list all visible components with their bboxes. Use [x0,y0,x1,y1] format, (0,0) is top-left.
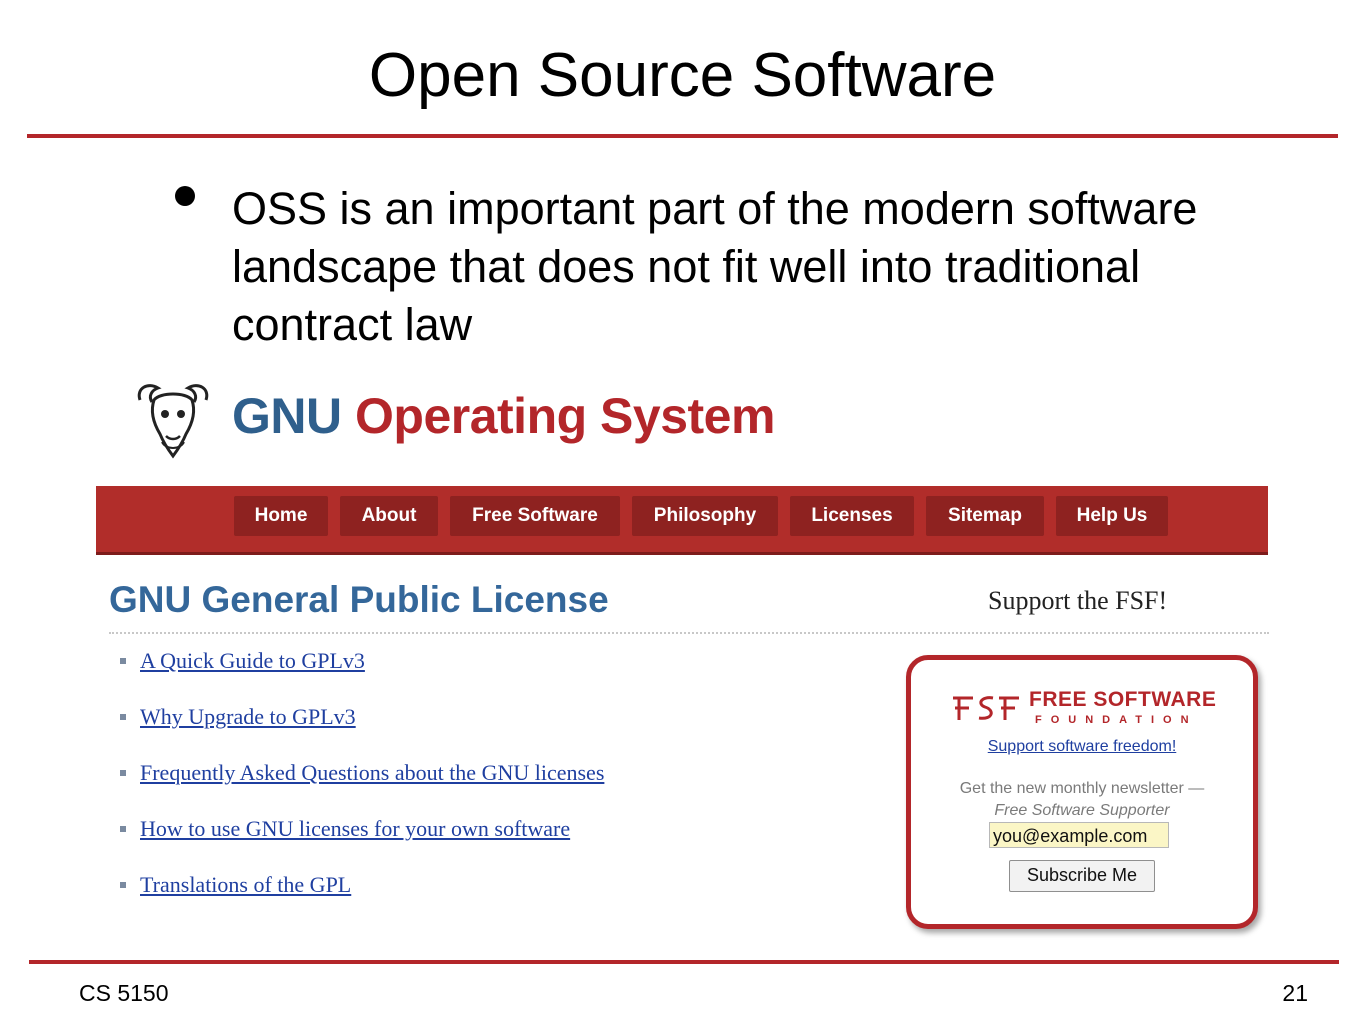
support-freedom-link[interactable]: Support software freedom! [911,738,1253,756]
link-how-to-use-licenses[interactable]: How to use GNU licenses for your own sof… [140,816,570,841]
gnu-head-icon [137,384,209,459]
list-item: How to use GNU licenses for your own sof… [120,816,604,872]
newsletter-text: Get the new monthly newsletter — [959,780,1205,797]
gnu-site-heading: GNU Operating System [232,386,775,446]
bullet-text: OSS is an important part of the modern s… [232,183,1198,350]
link-quick-guide-gplv3[interactable]: A Quick Guide to GPLv3 [140,648,365,673]
bullet-square-icon [120,713,126,720]
bullet-dot-icon [175,186,195,206]
list-item: Frequently Asked Questions about the GNU… [120,760,604,816]
fsf-name-line1: FREE SOFTWARE [1029,688,1217,711]
email-field[interactable]: you@example.com [989,822,1169,848]
footer-divider [29,960,1339,964]
nav-about[interactable]: About [340,496,438,536]
link-license-faq[interactable]: Frequently Asked Questions about the GNU… [140,760,604,785]
nav-licenses[interactable]: Licenses [790,496,914,536]
dotted-separator [109,632,1269,634]
fsf-logo-icon [953,696,1019,720]
slide-title: Open Source Software [368,41,997,110]
bullet-square-icon [120,769,126,776]
list-item: Why Upgrade to GPLv3 [120,704,604,760]
nav-philosophy[interactable]: Philosophy [632,496,778,536]
fsf-support-box: FREE SOFTWARE FOUNDATION Support softwar… [906,655,1258,929]
bullet-square-icon [120,825,126,832]
heading-gnu-word: GNU [232,388,342,444]
nav-help-us[interactable]: Help Us [1056,496,1168,536]
nav-free-software[interactable]: Free Software [450,496,620,536]
link-gpl-translations[interactable]: Translations of the GPL [140,872,351,897]
license-link-list: A Quick Guide to GPLv3 Why Upgrade to GP… [120,648,604,928]
gpl-page-title: GNU General Public License [109,579,609,620]
list-item: Translations of the GPL [120,872,604,928]
list-item: A Quick Guide to GPLv3 [120,648,604,704]
nav-home[interactable]: Home [234,496,328,536]
subscribe-button[interactable]: Subscribe Me [1009,860,1155,892]
fsf-name-line2: FOUNDATION [1035,714,1198,726]
heading-os-words: Operating System [355,388,775,444]
gnu-website-screenshot: GNU Operating System Home About Free Sof… [96,360,1270,940]
link-why-upgrade-gplv3[interactable]: Why Upgrade to GPLv3 [140,704,356,729]
course-label: CS 5150 [79,980,169,1006]
title-divider [27,134,1338,138]
nav-sitemap[interactable]: Sitemap [926,496,1044,536]
support-fsf-label: Support the FSF! [988,586,1168,615]
newsletter-name[interactable]: Free Software Supporter [911,802,1253,820]
bullet-square-icon [120,657,126,664]
bullet-square-icon [120,881,126,888]
slide-number: 21 [1282,980,1308,1006]
site-navbar: Home About Free Software Philosophy Lice… [96,486,1268,555]
